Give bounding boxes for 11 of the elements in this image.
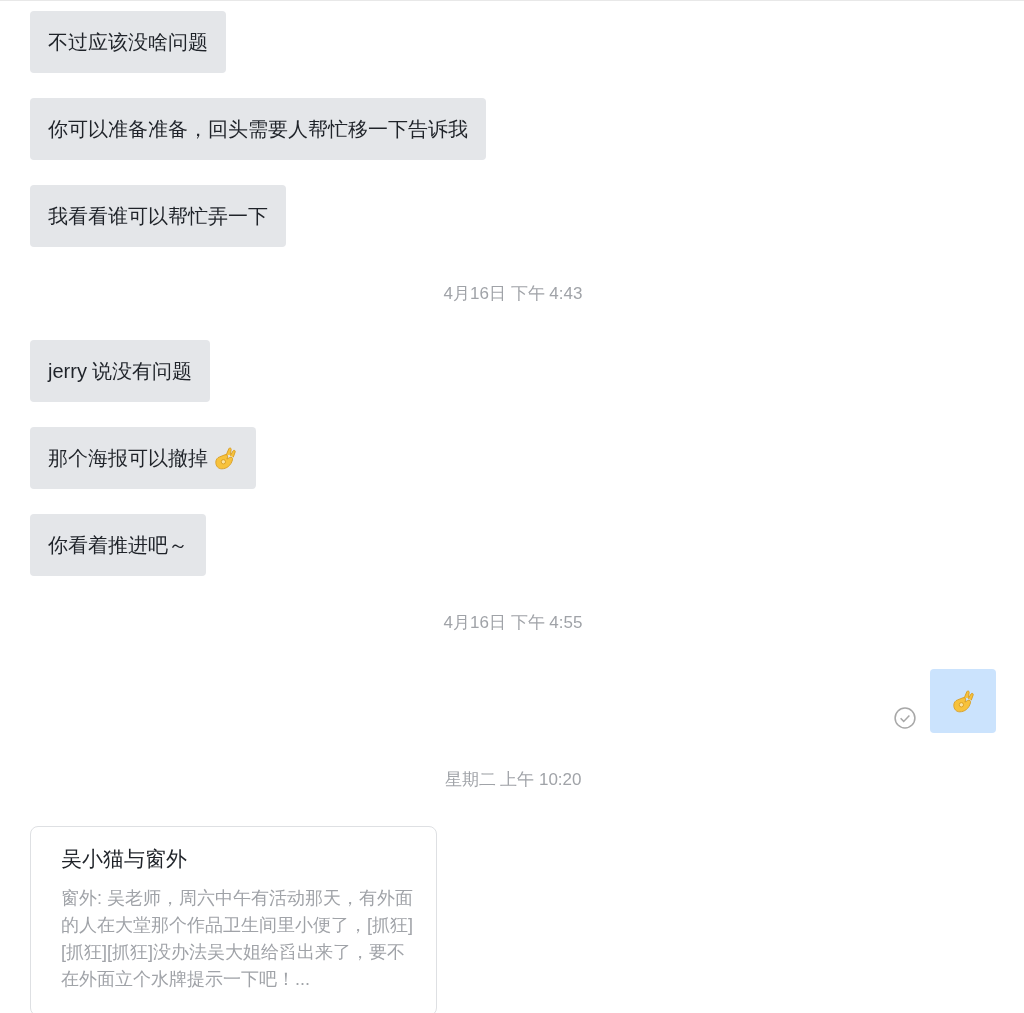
card-preview-text: 窗外: 吴老师，周六中午有活动那天，有外面的人在大堂那个作品卫生间里小便了，[抓狂][抓狂][抓狂]没办法吴大姐给舀出来了，要不在外面立个水牌提示一下吧！...	[61, 887, 414, 991]
timestamp: 星期二 上午 10:20	[444, 769, 582, 791]
message-bubble: 那个海报可以撤掉	[30, 427, 256, 489]
message-bubble: 我看看谁可以帮忙弄一下	[30, 185, 286, 247]
message-bubble: 你看着推进吧～	[30, 514, 206, 576]
message-bubble: 你可以准备准备，回头需要人帮忙移一下告诉我	[30, 98, 486, 160]
timestamp: 4月16日 下午 4:55	[443, 612, 583, 634]
message-bubble: jerry 说没有问题	[30, 340, 211, 402]
timestamp: 4月16日 下午 4:43	[443, 283, 583, 305]
card-title: 吴小猫与窗外	[61, 846, 188, 872]
message-bubble: 不过应该没啥问题	[30, 11, 226, 73]
